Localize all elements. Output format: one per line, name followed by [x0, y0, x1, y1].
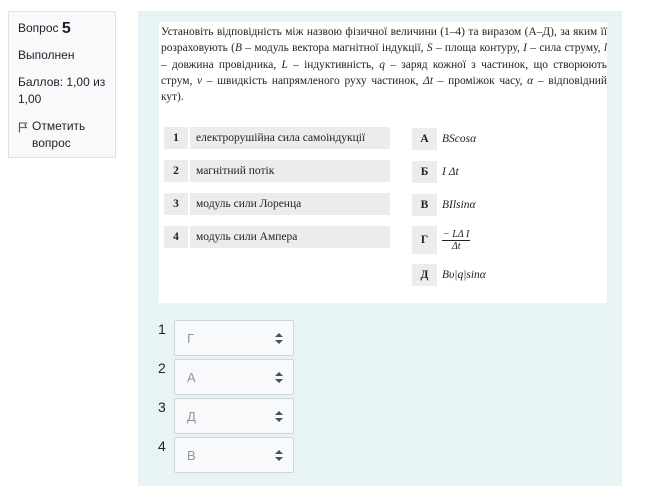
answer-select-3[interactable]: Д: [174, 398, 294, 434]
answer-label: 2: [158, 360, 166, 376]
question-content: Установіть відповідність між назвою фізи…: [138, 11, 622, 486]
question-info: Вопрос 5 Выполнен Баллов: 1,00 из 1,00 О…: [8, 11, 116, 158]
right-item-b: Б I Δt: [412, 161, 459, 183]
right-item-expression: I Δt: [442, 166, 459, 178]
sort-arrows-icon: [275, 332, 283, 344]
prompt-text: – площа контуру,: [432, 42, 524, 55]
answer-label: 3: [158, 399, 166, 415]
prompt-text: – індуктивність,: [287, 58, 380, 71]
select-value: Д: [187, 408, 196, 424]
question-grade: Баллов: 1,00 из 1,00: [18, 75, 106, 106]
answer-select-1[interactable]: Г: [174, 320, 294, 356]
right-item-letter: Г: [412, 226, 437, 254]
question-prompt: Установіть відповідність між назвою фізи…: [161, 24, 607, 105]
flag-icon: [18, 122, 28, 133]
flag-question-link[interactable]: Отметить вопрос: [18, 118, 106, 152]
answer-row-1: 1 Г: [158, 320, 294, 356]
fraction-denominator: Δt: [451, 240, 461, 252]
answer-row-3: 3 Д: [158, 398, 294, 434]
prompt-text: – швидкість напрямленого руху частинок,: [202, 74, 424, 87]
select-value: А: [187, 369, 196, 385]
left-item-number: 2: [164, 160, 188, 182]
right-item-d: Д Bυ|q|sinα: [412, 264, 486, 286]
left-item-text: магнітний потік: [190, 160, 390, 182]
left-item-text: модуль сили Ампера: [190, 226, 390, 248]
right-item-g: Г − LΔ I Δt: [412, 226, 471, 254]
right-item-expression: − LΔ I Δt: [442, 228, 471, 252]
left-item-number: 1: [164, 127, 188, 149]
prompt-variable: B: [234, 42, 242, 55]
select-value: Г: [187, 330, 195, 346]
flag-label: Отметить вопрос: [32, 119, 86, 150]
question-number: Вопрос 5: [18, 20, 106, 37]
question-word: Вопрос: [18, 21, 59, 35]
question-number-value: 5: [61, 20, 71, 37]
left-item-number: 4: [164, 226, 188, 248]
prompt-text: – модуль вектора магнітної індукції,: [241, 42, 427, 55]
left-item-3: 3 модуль сили Лоренца: [164, 193, 390, 215]
fraction-numerator: − LΔ I: [442, 228, 471, 241]
right-item-letter: Б: [412, 161, 437, 183]
select-value: В: [187, 447, 196, 463]
left-item-2: 2 магнітний потік: [164, 160, 390, 182]
right-item-letter: Д: [412, 264, 437, 286]
question-state: Выполнен: [18, 48, 75, 62]
prompt-text: – проміжок часу,: [433, 74, 528, 87]
right-item-expression: Bυ|q|sinα: [442, 269, 486, 281]
prompt-variable: l: [603, 42, 607, 55]
prompt-text: – сила струму,: [526, 42, 604, 55]
left-item-1: 1 електрорушійна сила самоіндукції: [164, 127, 390, 149]
prompt-variable: Δt: [423, 74, 434, 87]
right-item-expression: BIlsinα: [442, 199, 476, 211]
answer-label: 1: [158, 321, 166, 337]
left-item-4: 4 модуль сили Ампера: [164, 226, 390, 248]
sort-arrows-icon: [275, 410, 283, 422]
sort-arrows-icon: [275, 371, 283, 383]
answer-select-4[interactable]: В: [174, 437, 294, 473]
fraction: − LΔ I Δt: [442, 228, 471, 252]
sort-arrows-icon: [275, 449, 283, 461]
right-item-letter: В: [412, 194, 437, 216]
right-item-v: В BIlsinα: [412, 194, 476, 216]
right-item-expression: BScosα: [442, 133, 477, 145]
prompt-text: – довжина провідника,: [161, 58, 282, 71]
answer-label: 4: [158, 438, 166, 454]
answer-select-2[interactable]: А: [174, 359, 294, 395]
question-image: Установіть відповідність між назвою фізи…: [159, 22, 607, 303]
right-item-letter: А: [412, 128, 437, 150]
right-item-a: А BScosα: [412, 128, 476, 150]
left-item-text: електрорушійна сила самоіндукції: [190, 127, 390, 149]
answer-row-2: 2 А: [158, 359, 294, 395]
answer-row-4: 4 В: [158, 437, 294, 473]
left-item-number: 3: [164, 193, 188, 215]
left-item-text: модуль сили Лоренца: [190, 193, 390, 215]
